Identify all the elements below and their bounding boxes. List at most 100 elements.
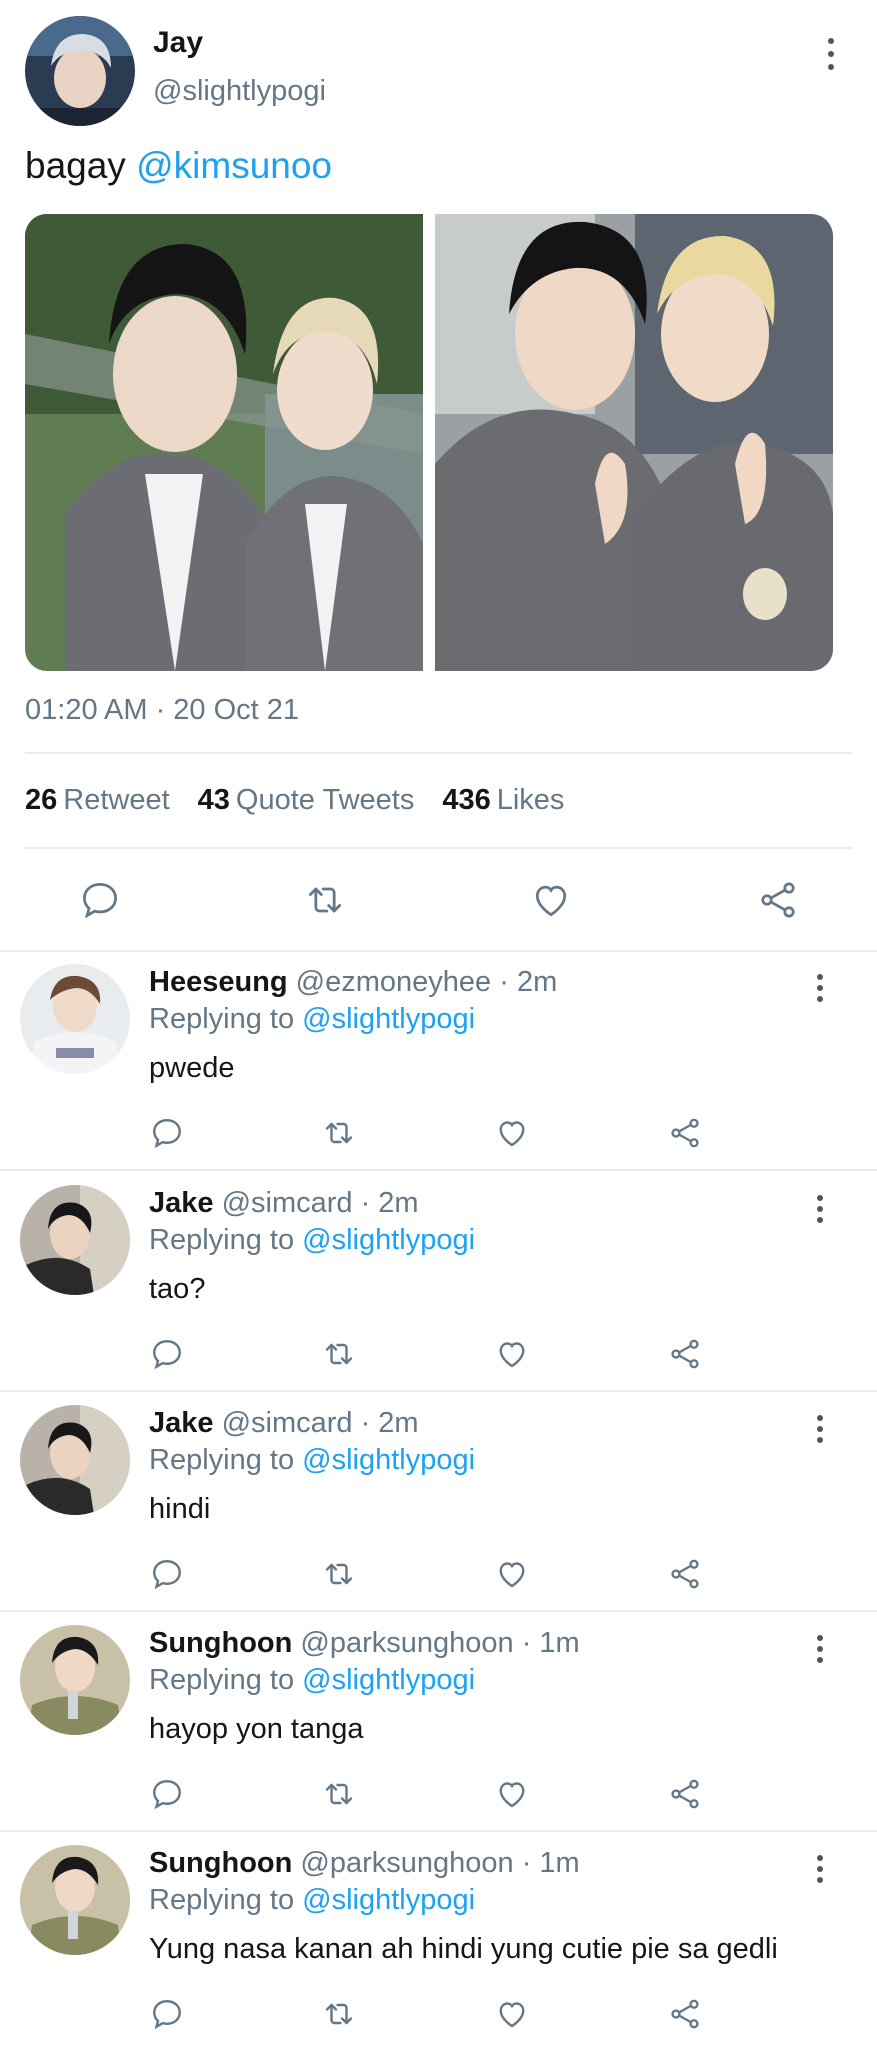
reply-header: Sunghoon @parksunghoon · 1m <box>149 1627 580 1660</box>
replying-to-mention[interactable]: @slightlypogi <box>302 1444 475 1476</box>
reply-author-meta: @simcard · 2m <box>221 1187 419 1219</box>
replying-to: Replying to @slightlypogi <box>149 1003 475 1036</box>
author-handle[interactable]: @slightlypogi <box>153 75 326 108</box>
share-icon[interactable] <box>667 1996 703 2032</box>
like-icon[interactable] <box>494 1556 530 1592</box>
tweet-body: bagay <box>25 145 126 186</box>
reply-avatar[interactable] <box>20 1405 130 1515</box>
reply-author-meta: @parksunghoon · 1m <box>300 1627 580 1659</box>
more-options-icon[interactable] <box>805 1413 835 1445</box>
reply-header: Sunghoon @parksunghoon · 1m <box>149 1847 580 1880</box>
retweets-count: 26 <box>25 784 58 816</box>
share-icon[interactable] <box>667 1556 703 1592</box>
reply-text: tao? <box>149 1273 206 1305</box>
more-options-icon[interactable] <box>805 972 835 1004</box>
tweet-photo-1[interactable] <box>25 214 423 671</box>
share-icon[interactable] <box>667 1336 703 1372</box>
divider <box>25 847 852 849</box>
replying-to-mention[interactable]: @slightlypogi <box>302 1224 475 1256</box>
tweet-text: bagay @kimsunoo <box>25 145 332 187</box>
comment-icon[interactable] <box>149 1776 185 1812</box>
reply-item[interactable]: Sunghoon @parksunghoon · 1m Replying to … <box>0 1613 877 1832</box>
like-icon[interactable] <box>494 1115 530 1151</box>
reply-item[interactable]: Sunghoon @parksunghoon · 1m Replying to … <box>0 1833 877 2048</box>
retweet-icon[interactable] <box>321 1336 357 1372</box>
replying-to: Replying to @slightlypogi <box>149 1664 475 1697</box>
more-options-icon[interactable] <box>805 1193 835 1225</box>
like-icon[interactable] <box>529 878 573 922</box>
share-icon[interactable] <box>667 1115 703 1151</box>
tweet-actions <box>0 870 877 930</box>
replying-to: Replying to @slightlypogi <box>149 1224 475 1257</box>
replying-to-label: Replying to <box>149 1224 295 1256</box>
comment-icon[interactable] <box>149 1115 185 1151</box>
reply-text: hayop yon tanga <box>149 1713 364 1745</box>
comment-icon[interactable] <box>149 1556 185 1592</box>
retweet-icon[interactable] <box>321 1776 357 1812</box>
main-tweet: Jay @slightlypogi bagay @kimsunoo 01:20 … <box>0 0 877 950</box>
likes-stat[interactable]: 436 Likes <box>442 784 564 817</box>
reply-avatar[interactable] <box>20 1185 130 1295</box>
like-icon[interactable] <box>494 1996 530 2032</box>
retweet-icon[interactable] <box>321 1556 357 1592</box>
author-name[interactable]: Jay <box>153 26 203 60</box>
reply-header: Heeseung @ezmoneyhee · 2m <box>149 966 557 999</box>
comment-icon[interactable] <box>78 878 122 922</box>
reply-text: Yung nasa kanan ah hindi yung cutie pie … <box>149 1933 778 1965</box>
share-icon[interactable] <box>756 878 800 922</box>
author-avatar[interactable] <box>25 16 135 126</box>
likes-label: Likes <box>496 784 565 816</box>
reply-author-name[interactable]: Jake <box>149 1407 214 1439</box>
replying-to-label: Replying to <box>149 1664 295 1696</box>
comment-icon[interactable] <box>149 1996 185 2032</box>
reply-header: Jake @simcard · 2m <box>149 1407 419 1440</box>
reply-author-name[interactable]: Heeseung <box>149 966 288 998</box>
replying-to-label: Replying to <box>149 1884 295 1916</box>
more-options-icon[interactable] <box>805 1853 835 1885</box>
quotes-label: Quote Tweets <box>235 784 415 816</box>
divider <box>0 1169 877 1171</box>
reply-header: Jake @simcard · 2m <box>149 1187 419 1220</box>
reply-author-meta: @ezmoneyhee · 2m <box>295 966 558 998</box>
replying-to: Replying to @slightlypogi <box>149 1884 475 1917</box>
retweets-stat[interactable]: 26 Retweet <box>25 784 170 817</box>
reply-avatar[interactable] <box>20 964 130 1074</box>
like-icon[interactable] <box>494 1776 530 1812</box>
retweet-icon[interactable] <box>321 1996 357 2032</box>
reply-item[interactable]: Jake @simcard · 2m Replying to @slightly… <box>0 1173 877 1392</box>
replying-to-mention[interactable]: @slightlypogi <box>302 1003 475 1035</box>
replying-to-mention[interactable]: @slightlypogi <box>302 1884 475 1916</box>
quotes-stat[interactable]: 43 Quote Tweets <box>198 784 415 817</box>
reply-avatar[interactable] <box>20 1625 130 1735</box>
quotes-count: 43 <box>197 784 230 816</box>
reply-text: hindi <box>149 1493 211 1525</box>
tweet-media <box>25 214 833 671</box>
reply-avatar[interactable] <box>20 1845 130 1955</box>
replying-to-mention[interactable]: @slightlypogi <box>302 1664 475 1696</box>
divider <box>0 1390 877 1392</box>
divider <box>25 752 852 754</box>
tweet-photo-2[interactable] <box>435 214 833 671</box>
reply-author-name[interactable]: Sunghoon <box>149 1627 292 1659</box>
tweet-timestamp: 01:20 AM · 20 Oct 21 <box>25 694 300 726</box>
replying-to-label: Replying to <box>149 1003 295 1035</box>
reply-author-name[interactable]: Sunghoon <box>149 1847 292 1879</box>
tweet-mention-link[interactable]: @kimsunoo <box>136 145 332 186</box>
tweet-stats: 26 Retweet 43 Quote Tweets 436 Likes <box>25 784 564 817</box>
comment-icon[interactable] <box>149 1336 185 1372</box>
reply-author-name[interactable]: Jake <box>149 1187 214 1219</box>
replying-to-label: Replying to <box>149 1444 295 1476</box>
reply-author-meta: @parksunghoon · 1m <box>300 1847 580 1879</box>
like-icon[interactable] <box>494 1336 530 1372</box>
more-options-icon[interactable] <box>805 1633 835 1665</box>
reply-author-meta: @simcard · 2m <box>221 1407 419 1439</box>
replying-to: Replying to @slightlypogi <box>149 1444 475 1477</box>
share-icon[interactable] <box>667 1776 703 1812</box>
divider <box>0 1830 877 1832</box>
divider <box>0 1610 877 1612</box>
reply-item[interactable]: Jake @simcard · 2m Replying to @slightly… <box>0 1393 877 1612</box>
reply-item[interactable]: Heeseung @ezmoneyhee · 2m Replying to @s… <box>0 952 877 1171</box>
more-options-icon[interactable] <box>816 36 846 72</box>
retweet-icon[interactable] <box>303 878 347 922</box>
retweet-icon[interactable] <box>321 1115 357 1151</box>
